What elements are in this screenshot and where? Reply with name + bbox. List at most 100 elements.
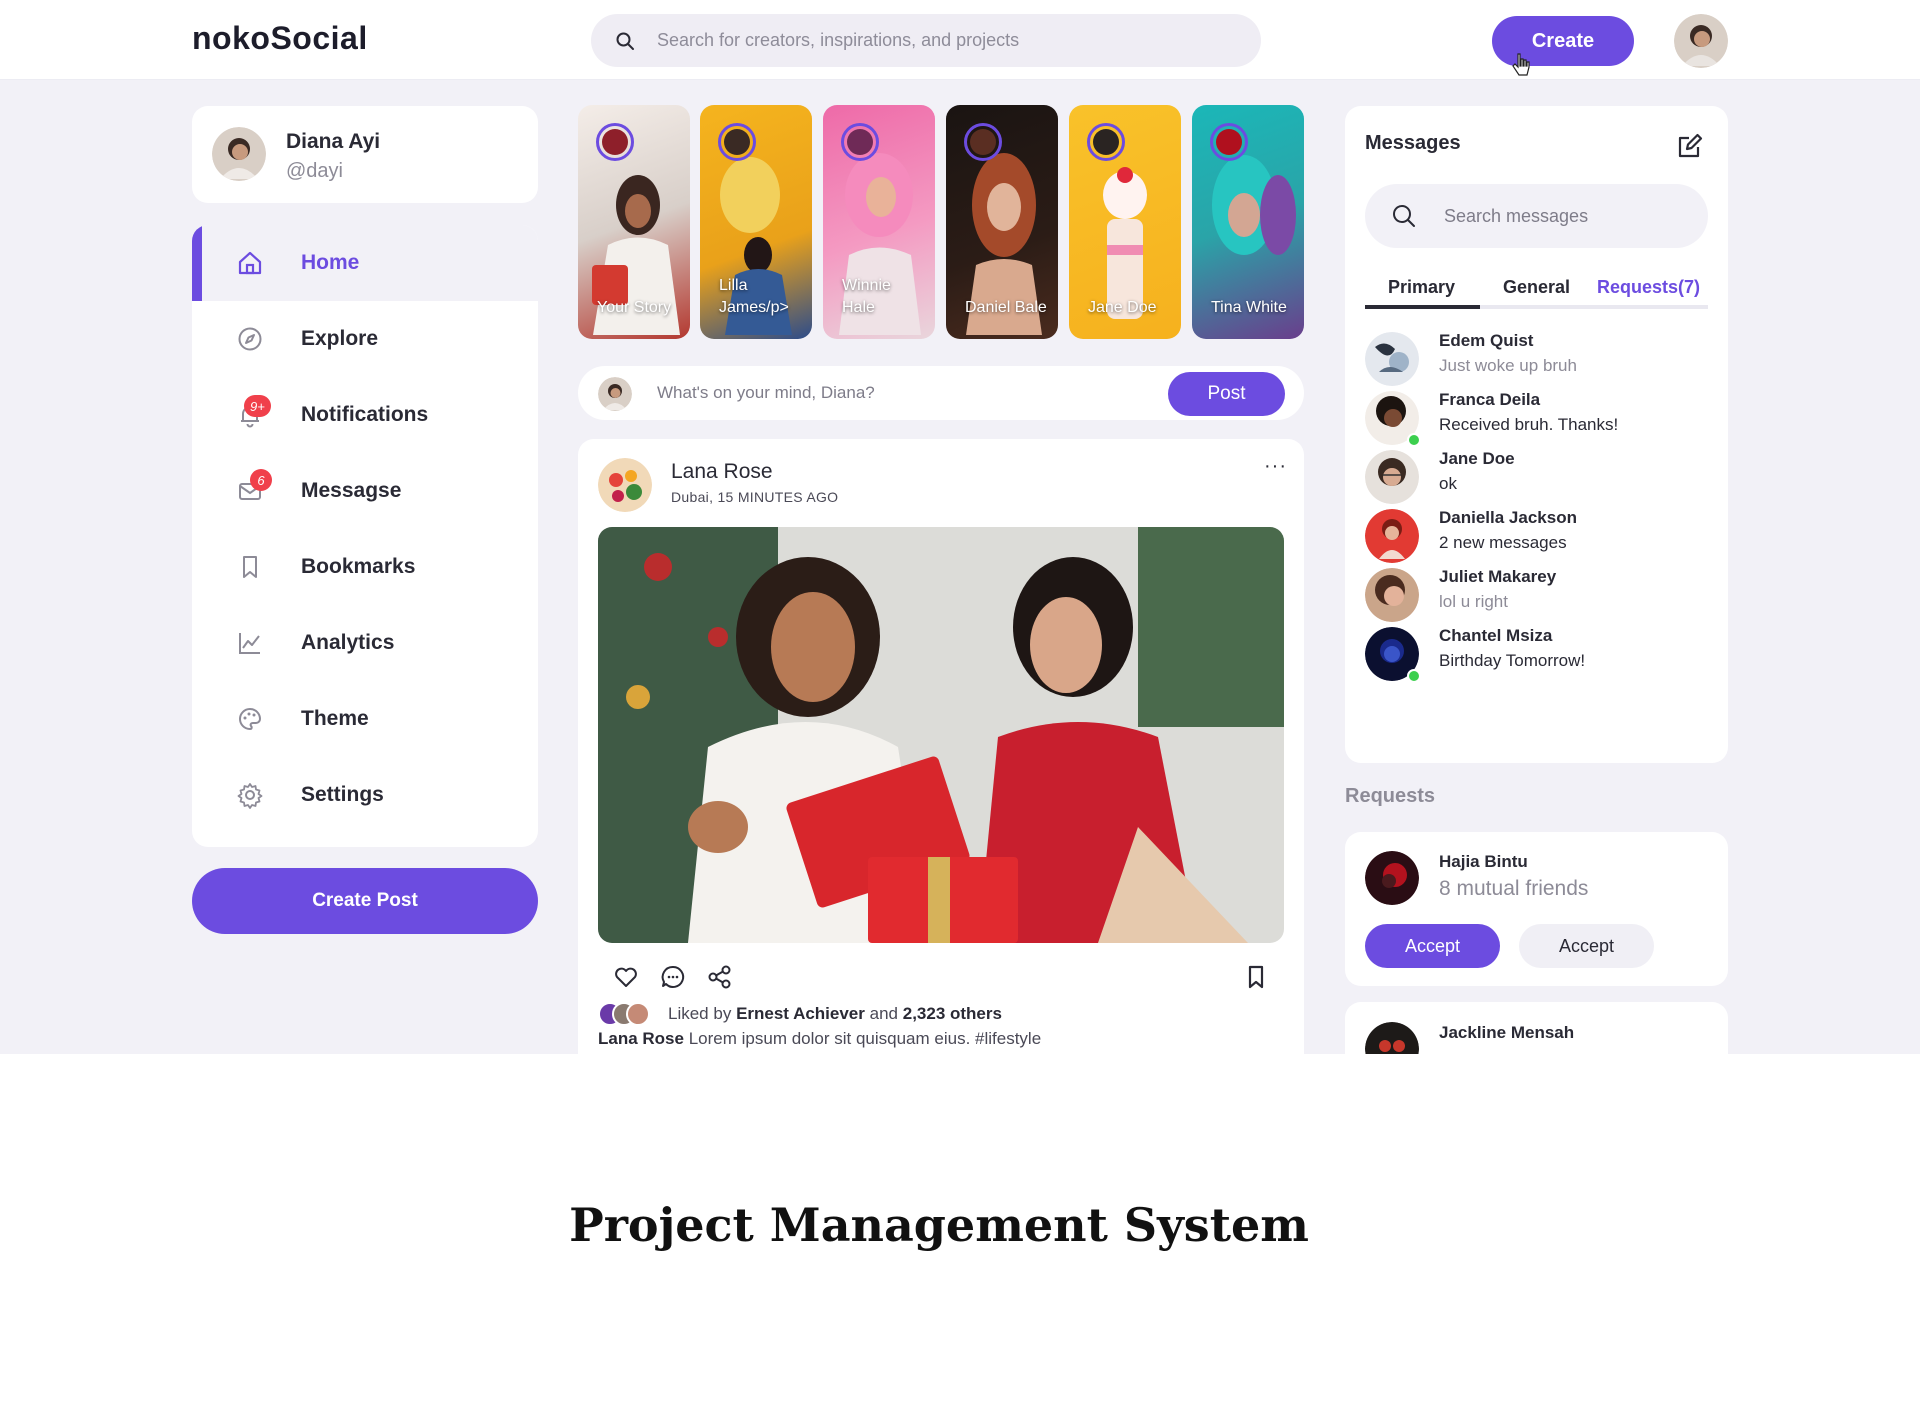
liked-name[interactable]: Ernest Achiever (736, 1004, 865, 1024)
chat-message: Birthday Tomorrow! (1439, 651, 1586, 670)
sidebar-item-analytics[interactable]: Analytics (192, 605, 538, 681)
mutual-friends: 8 mutual friends (1439, 877, 1589, 900)
post-button[interactable]: Post (1168, 372, 1285, 416)
chat-name: Daniella Jackson (1439, 508, 1577, 527)
caption-author[interactable]: Lana Rose (598, 1029, 684, 1048)
pointer-cursor-icon (1512, 53, 1530, 76)
chat-name: Franca Deila (1439, 390, 1541, 409)
story-name: Daniel Bale (965, 299, 1047, 316)
bookmark-icon[interactable] (1242, 963, 1270, 991)
composer-input[interactable]: What's on your mind, Diana? (657, 383, 875, 403)
messages-badge: 6 (250, 469, 272, 491)
sidebar-item-settings[interactable]: Settings (192, 757, 538, 833)
user-avatar[interactable] (1674, 14, 1728, 68)
accept-button[interactable]: Accept (1365, 924, 1500, 968)
chat-message: 2 new messages (1439, 533, 1567, 552)
story-avatar (596, 123, 634, 161)
messages-title: Messages (1365, 132, 1461, 154)
sidebar-item-bookmarks[interactable]: Bookmarks (192, 529, 538, 605)
sidebar-item-label: Theme (301, 707, 369, 730)
create-post-button[interactable]: Create Post (192, 868, 538, 934)
compose-edit-icon[interactable] (1676, 132, 1704, 160)
sidebar-item-home[interactable]: Home (192, 225, 538, 301)
liked-avatar (626, 1002, 650, 1026)
post-author[interactable]: Lana Rose (671, 460, 773, 484)
profile-card[interactable]: Diana Ayi @dayi (192, 106, 538, 203)
gear-icon (237, 783, 263, 809)
chat-avatar (1365, 509, 1419, 563)
author-avatar[interactable] (598, 458, 652, 512)
post-meta: Dubai, 15 MINUTES AGO (671, 489, 839, 505)
sidebar-item-theme[interactable]: Theme (192, 681, 538, 757)
story-card[interactable]: Daniel Bale (946, 105, 1058, 339)
like-heart-icon[interactable] (612, 963, 640, 991)
tab-general[interactable]: General (1503, 277, 1570, 298)
story-card[interactable]: Your Story (578, 105, 690, 339)
app-main: Diana Ayi @dayi Home Explore 9+ Notifica… (0, 80, 1920, 1054)
message-tabs: Primary General Requests(7) (1365, 271, 1708, 309)
online-status-dot (1407, 433, 1421, 447)
story-avatar (841, 123, 879, 161)
story-card[interactable]: Lilla James/p> (700, 105, 812, 339)
search-placeholder: Search for creators, inspirations, and p… (657, 30, 1020, 50)
request-avatar[interactable] (1365, 1022, 1419, 1054)
share-icon[interactable] (706, 963, 734, 991)
brand-logo[interactable]: nokoSocial (192, 20, 368, 57)
chat-name: Edem Quist (1439, 331, 1534, 350)
page-caption: Project Management System (569, 1198, 1309, 1252)
liked-count[interactable]: 2,323 others (903, 1004, 1002, 1024)
post-image[interactable] (598, 527, 1284, 943)
requests-title: Requests (1345, 785, 1436, 807)
story-name: Winnie Hale (842, 277, 891, 316)
story-avatar (964, 123, 1002, 161)
sidebar-item-label: Analytics (301, 631, 395, 654)
chat-item[interactable]: Daniella Jackson 2 new messages (1365, 505, 1708, 565)
friend-request-card: Jackline Mensah (1345, 1002, 1728, 1054)
story-avatar (1087, 123, 1125, 161)
chat-item[interactable]: Edem Quist Just woke up bruh (1365, 328, 1708, 388)
chart-icon (239, 633, 260, 654)
active-tab-indicator (1365, 305, 1480, 309)
story-avatar (1210, 123, 1248, 161)
chat-item[interactable]: Chantel Msiza Birthday Tomorrow! (1365, 623, 1708, 683)
chat-item[interactable]: Juliet Makarey lol u right (1365, 564, 1708, 624)
sidebar-item-explore[interactable]: Explore (192, 301, 538, 377)
compass-icon (238, 327, 262, 351)
tab-requests[interactable]: Requests(7) (1597, 277, 1700, 298)
request-name[interactable]: Jackline Mensah (1439, 1023, 1574, 1043)
chat-message: lol u right (1439, 592, 1508, 611)
sidebar-item-label: Explore (301, 327, 379, 350)
sidebar-item-notifications[interactable]: 9+ Notifications (192, 377, 538, 453)
chat-avatar (1365, 450, 1419, 504)
top-navbar: nokoSocial Search for creators, inspirat… (0, 0, 1920, 80)
story-card[interactable]: Jane Doe (1069, 105, 1181, 339)
chat-name: Jane Doe (1439, 449, 1515, 468)
palette-icon (239, 707, 262, 731)
sidebar-item-messages[interactable]: 6 Messagse (192, 453, 538, 529)
message-search-input[interactable]: Search messages (1365, 184, 1708, 248)
chat-message: Just woke up bruh (1439, 356, 1577, 375)
likes-summary: Liked by Ernest Achiever and 2,323 other… (598, 1002, 1002, 1026)
request-name[interactable]: Hajia Bintu (1439, 852, 1528, 872)
home-icon (238, 251, 262, 275)
chat-item[interactable]: Jane Doe ok (1365, 446, 1708, 506)
search-icon (1393, 205, 1415, 227)
search-icon (616, 32, 634, 50)
tab-primary[interactable]: Primary (1388, 277, 1455, 298)
profile-handle: @dayi (286, 160, 343, 182)
request-avatar[interactable] (1365, 851, 1419, 905)
chat-item[interactable]: Franca Deila Received bruh. Thanks! (1365, 387, 1708, 447)
more-options-icon[interactable]: ··· (1264, 455, 1287, 478)
caption-text: Lorem ipsum dolor sit quisquam eius. #li… (688, 1029, 1042, 1048)
chat-avatar (1365, 332, 1419, 386)
chat-avatar (1365, 568, 1419, 622)
post-photo-illustration (598, 527, 1284, 943)
story-card[interactable]: Tina White (1192, 105, 1304, 339)
story-name: Tina White (1211, 299, 1287, 316)
story-name: Your Story (597, 299, 672, 316)
comment-icon[interactable] (659, 963, 687, 991)
friend-request-card: Hajia Bintu 8 mutual friends Accept Acce… (1345, 832, 1728, 986)
story-card[interactable]: Winnie Hale (823, 105, 935, 339)
global-search-input[interactable]: Search for creators, inspirations, and p… (591, 14, 1261, 67)
decline-button[interactable]: Accept (1519, 924, 1654, 968)
